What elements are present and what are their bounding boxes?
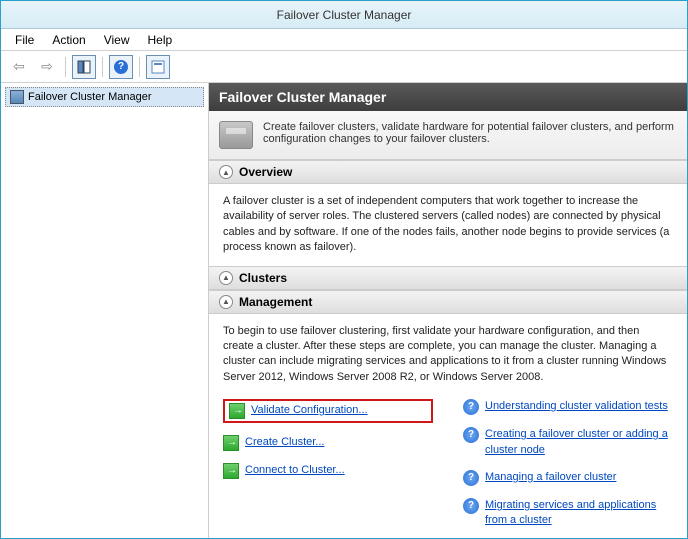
section-management-body: To begin to use failover clustering, fir…: [209, 314, 687, 538]
help-topic-icon: ?: [463, 498, 479, 514]
validate-configuration-row: Validate Configuration...: [229, 403, 368, 419]
toolbar-separator: [139, 57, 140, 77]
cluster-graphic-icon: [219, 121, 253, 149]
menu-help[interactable]: Help: [140, 31, 181, 49]
connect-cluster-row: Connect to Cluster...: [223, 463, 433, 479]
validate-configuration-link[interactable]: Validate Configuration...: [251, 403, 368, 418]
intro-panel: Create failover clusters, validate hardw…: [209, 111, 687, 160]
content-pane: Failover Cluster Manager Create failover…: [209, 83, 687, 538]
nav-back-button[interactable]: [7, 55, 31, 79]
action-arrow-icon: [229, 403, 245, 419]
help-topic-icon: ?: [463, 399, 479, 415]
highlight-box: Validate Configuration...: [223, 399, 433, 423]
management-text: To begin to use failover clustering, fir…: [223, 324, 673, 386]
chevron-up-icon: [219, 271, 233, 285]
help-create-row: ? Creating a failover cluster or adding …: [463, 427, 673, 458]
overview-text: A failover cluster is a set of independe…: [223, 195, 669, 253]
help-icon: ?: [114, 60, 128, 74]
chevron-up-icon: [219, 165, 233, 179]
nav-forward-button[interactable]: [35, 55, 59, 79]
page-title: Failover Cluster Manager: [219, 89, 386, 105]
help-migrating-row: ? Migrating services and applications fr…: [463, 498, 673, 529]
menubar: File Action View Help: [1, 29, 687, 51]
menu-action[interactable]: Action: [44, 31, 93, 49]
help-validation-row: ? Understanding cluster validation tests: [463, 399, 673, 415]
menu-file[interactable]: File: [7, 31, 42, 49]
section-management-title: Management: [239, 295, 312, 309]
create-cluster-row: Create Cluster...: [223, 435, 433, 451]
show-hide-tree-button[interactable]: [72, 55, 96, 79]
window-titlebar: Failover Cluster Manager: [1, 1, 687, 29]
help-button[interactable]: ?: [109, 55, 133, 79]
section-management-header[interactable]: Management: [209, 290, 687, 314]
help-managing-link[interactable]: Managing a failover cluster: [485, 470, 616, 485]
toolbar-separator: [65, 57, 66, 77]
help-column: ? Understanding cluster validation tests…: [463, 399, 673, 529]
section-clusters-header[interactable]: Clusters: [209, 266, 687, 290]
help-topic-icon: ?: [463, 470, 479, 486]
help-migrating-link[interactable]: Migrating services and applications from…: [485, 498, 673, 529]
help-topic-icon: ?: [463, 427, 479, 443]
tree-pane: Failover Cluster Manager: [1, 83, 209, 538]
management-links: Validate Configuration... Create Cluster…: [223, 399, 673, 529]
create-cluster-link[interactable]: Create Cluster...: [245, 435, 324, 450]
connect-cluster-link[interactable]: Connect to Cluster...: [245, 463, 345, 478]
action-arrow-icon: [223, 463, 239, 479]
toolbar-separator: [102, 57, 103, 77]
help-create-link[interactable]: Creating a failover cluster or adding a …: [485, 427, 673, 458]
section-overview-title: Overview: [239, 165, 292, 179]
section-overview-body: A failover cluster is a set of independe…: [209, 184, 687, 266]
help-validation-link[interactable]: Understanding cluster validation tests: [485, 399, 668, 414]
main-split: Failover Cluster Manager Failover Cluste…: [1, 83, 687, 538]
content-header: Failover Cluster Manager: [209, 83, 687, 111]
menu-view[interactable]: View: [96, 31, 138, 49]
toolbar: ?: [1, 51, 687, 83]
cluster-manager-icon: [10, 90, 24, 104]
actions-column: Validate Configuration... Create Cluster…: [223, 399, 433, 529]
intro-text: Create failover clusters, validate hardw…: [263, 121, 677, 149]
tree-root-item[interactable]: Failover Cluster Manager: [5, 87, 204, 107]
tree-root-label: Failover Cluster Manager: [28, 91, 152, 103]
section-clusters-title: Clusters: [239, 271, 287, 285]
window-title: Failover Cluster Manager: [277, 8, 412, 22]
refresh-button[interactable]: [146, 55, 170, 79]
section-overview-header[interactable]: Overview: [209, 160, 687, 184]
chevron-up-icon: [219, 295, 233, 309]
help-managing-row: ? Managing a failover cluster: [463, 470, 673, 486]
action-arrow-icon: [223, 435, 239, 451]
